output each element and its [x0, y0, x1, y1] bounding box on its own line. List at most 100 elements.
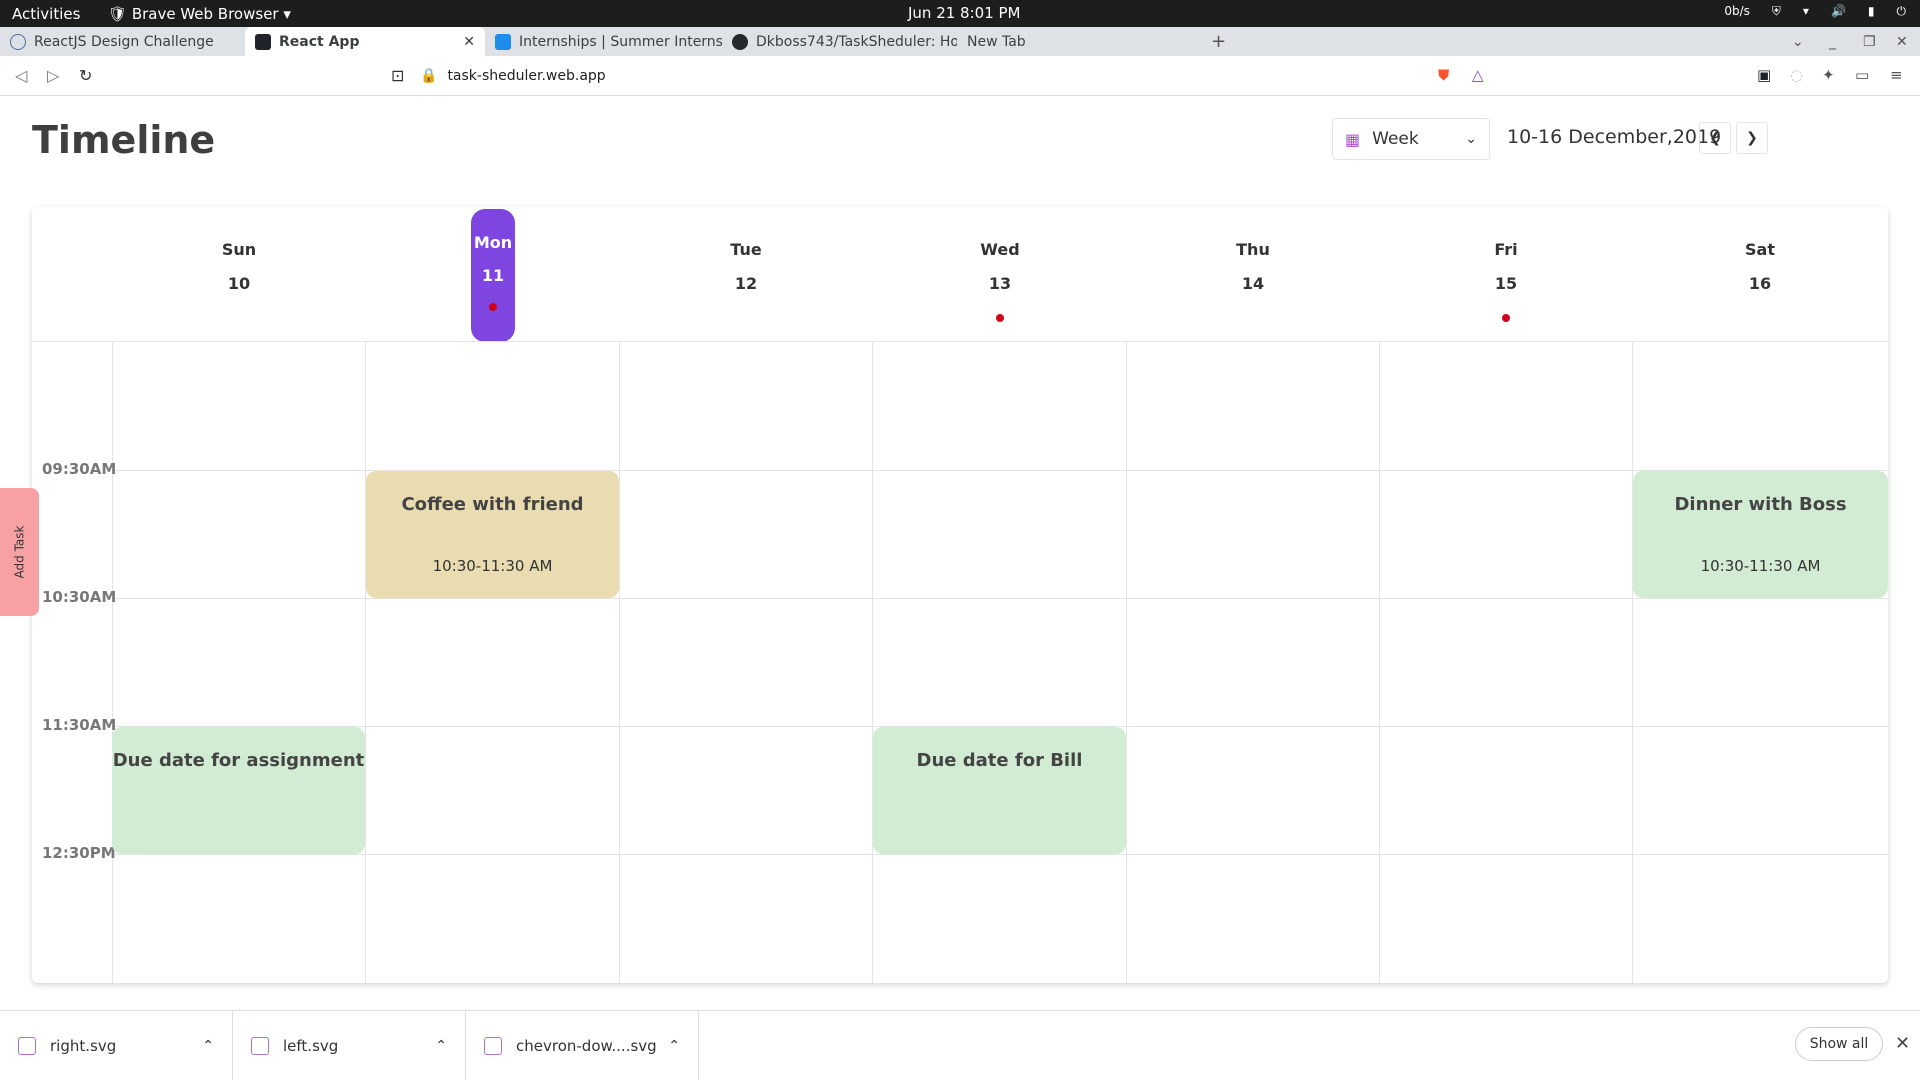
- wallet-icon[interactable]: ▭: [1855, 66, 1869, 84]
- event-title: Dinner with Boss: [1674, 494, 1847, 515]
- date-range: 10-16 December,2019: [1507, 126, 1722, 148]
- close-window-icon[interactable]: ✕: [1896, 27, 1908, 56]
- close-downloads-icon[interactable]: ✕: [1895, 1033, 1910, 1054]
- event-time: 10:30-11:30 AM: [1700, 557, 1821, 575]
- prev-week-button[interactable]: ❮: [1699, 122, 1731, 154]
- add-task-button[interactable]: Add Task: [0, 488, 39, 616]
- tab-react-app[interactable]: React App ✕: [245, 27, 485, 56]
- day-number: 12: [734, 274, 758, 293]
- app-name: Brave Web Browser: [131, 5, 279, 23]
- app-menu[interactable]: 🛡 Brave Web Browser ▾: [108, 5, 291, 23]
- address-bar[interactable]: 🔒 task-sheduler.web.app: [420, 62, 1500, 90]
- svg-file-icon: [484, 1037, 502, 1055]
- brave-shields-icon[interactable]: ⛊: [1438, 66, 1449, 84]
- event-due-date-bill[interactable]: Due date for Bill: [873, 727, 1126, 854]
- extension-icon[interactable]: ◌: [1790, 66, 1803, 84]
- event-dot: [489, 303, 497, 311]
- add-task-label: Add Task: [12, 525, 27, 579]
- chevron-right-icon: ❯: [1746, 130, 1758, 146]
- restore-icon[interactable]: ❐: [1863, 27, 1876, 56]
- download-item[interactable]: chevron-dow....svg ⌃: [466, 1011, 699, 1080]
- event-title: Due date for assignment: [112, 750, 365, 771]
- minimize-icon[interactable]: _: [1829, 27, 1836, 56]
- chevron-down-icon: ⌄: [1465, 131, 1477, 147]
- download-item[interactable]: left.svg ⌃: [233, 1011, 466, 1080]
- day-number: 11: [481, 266, 505, 285]
- react-devtools-icon[interactable]: ▣: [1757, 66, 1771, 84]
- bookmark-icon[interactable]: ⊡: [391, 66, 404, 85]
- tab-label: New Tab: [967, 33, 1026, 50]
- tab-search-icon[interactable]: ⌄: [1792, 27, 1804, 56]
- tab-label: Dkboss743/TaskSheduler: Ho: [756, 33, 957, 50]
- download-filename: chevron-dow....svg: [516, 1037, 657, 1055]
- row-divider: [112, 854, 1888, 855]
- url-text: task-sheduler.web.app: [447, 68, 606, 84]
- page-title: Timeline: [32, 118, 216, 162]
- day-number: 10: [227, 274, 251, 293]
- tab-reactjs-design-challenge[interactable]: ReactJS Design Challenge: [0, 27, 245, 56]
- timeline-page: Timeline ▦ Week ⌄ 10-16 December,2019 ❮ …: [0, 96, 1920, 1010]
- day-name: Sat: [1745, 240, 1775, 259]
- github-icon: [732, 33, 748, 50]
- download-filename: right.svg: [50, 1037, 117, 1055]
- day-name: Fri: [1494, 240, 1518, 259]
- activities-button[interactable]: Activities: [12, 5, 80, 23]
- row-divider: [112, 598, 1888, 599]
- menu-icon[interactable]: ≡: [1890, 66, 1903, 84]
- extensions-puzzle-icon[interactable]: ✦: [1822, 66, 1835, 84]
- download-item[interactable]: right.svg ⌃: [0, 1011, 233, 1080]
- wifi-icon: ▾: [1802, 4, 1809, 18]
- tab-label: ReactJS Design Challenge: [34, 33, 214, 50]
- next-week-button[interactable]: ❯: [1736, 122, 1768, 154]
- reload-icon[interactable]: ↻: [79, 66, 92, 85]
- day-name: Tue: [730, 240, 762, 259]
- event-time: 10:30-11:30 AM: [432, 557, 553, 575]
- view-select[interactable]: ▦ Week ⌄: [1332, 118, 1490, 160]
- download-filename: left.svg: [283, 1037, 339, 1055]
- system-top-bar: Activities 🛡 Brave Web Browser ▾ Jun 21 …: [0, 0, 1920, 27]
- day-number: 15: [1494, 274, 1518, 293]
- downloads-bar: right.svg ⌃ left.svg ⌃ chevron-dow....sv…: [0, 1010, 1920, 1080]
- event-due-date-assignment[interactable]: Due date for assignment: [112, 727, 365, 854]
- chevron-up-icon[interactable]: ⌃: [435, 1038, 447, 1054]
- close-tab-icon[interactable]: ✕: [463, 34, 475, 50]
- new-tab-button[interactable]: +: [1211, 27, 1226, 56]
- forward-icon[interactable]: ▷: [47, 66, 59, 85]
- system-tray[interactable]: 0b/s ⛨ ▾ 🔊 ▮ ⏻: [1724, 4, 1906, 19]
- day-name: Mon: [473, 233, 513, 252]
- day-number: 14: [1241, 274, 1265, 293]
- chevron-up-icon[interactable]: ⌃: [202, 1038, 214, 1054]
- tab-new-tab[interactable]: New Tab: [957, 27, 1200, 56]
- day-name: Thu: [1236, 240, 1270, 259]
- tab-label: Internships | Summer Internsh: [519, 33, 722, 50]
- column-divider: [1632, 342, 1633, 983]
- column-divider: [619, 342, 620, 983]
- brave-icon: 🛡: [108, 5, 132, 23]
- column-divider: [872, 342, 873, 983]
- show-all-button[interactable]: Show all: [1795, 1027, 1883, 1061]
- event-title: Due date for Bill: [916, 750, 1083, 771]
- browser-toolbar: ◁ ▷ ↻ ⊡ 🔒 task-sheduler.web.app ⛊ △ ▣ ◌ …: [0, 56, 1920, 96]
- header-divider: [32, 341, 1888, 342]
- network-speed: 0b/s: [1724, 4, 1750, 18]
- column-divider: [112, 342, 113, 983]
- tab-github-tasksheduler[interactable]: Dkboss743/TaskSheduler: Ho: [722, 27, 957, 56]
- svg-file-icon: [18, 1037, 36, 1055]
- internshala-icon: [495, 33, 511, 50]
- event-dinner-with-boss[interactable]: Dinner with Boss 10:30-11:30 AM: [1633, 471, 1888, 598]
- battery-icon: ▮: [1867, 4, 1875, 18]
- event-coffee-with-friend[interactable]: Coffee with friend 10:30-11:30 AM: [366, 471, 619, 598]
- globe-icon: [10, 33, 26, 50]
- brave-rewards-icon[interactable]: △: [1472, 66, 1484, 84]
- react-icon: [255, 33, 271, 50]
- event-dot: [1502, 314, 1510, 322]
- shield-icon: ⛨: [1771, 4, 1781, 18]
- chevron-up-icon[interactable]: ⌃: [668, 1038, 680, 1054]
- clock[interactable]: Jun 21 8:01 PM: [908, 4, 1021, 22]
- day-number: 13: [988, 274, 1012, 293]
- calendar-icon: ▦: [1345, 129, 1361, 149]
- column-divider: [1379, 342, 1380, 983]
- svg-file-icon: [251, 1037, 269, 1055]
- tab-internships[interactable]: Internships | Summer Internsh: [485, 27, 722, 56]
- back-icon[interactable]: ◁: [15, 66, 27, 85]
